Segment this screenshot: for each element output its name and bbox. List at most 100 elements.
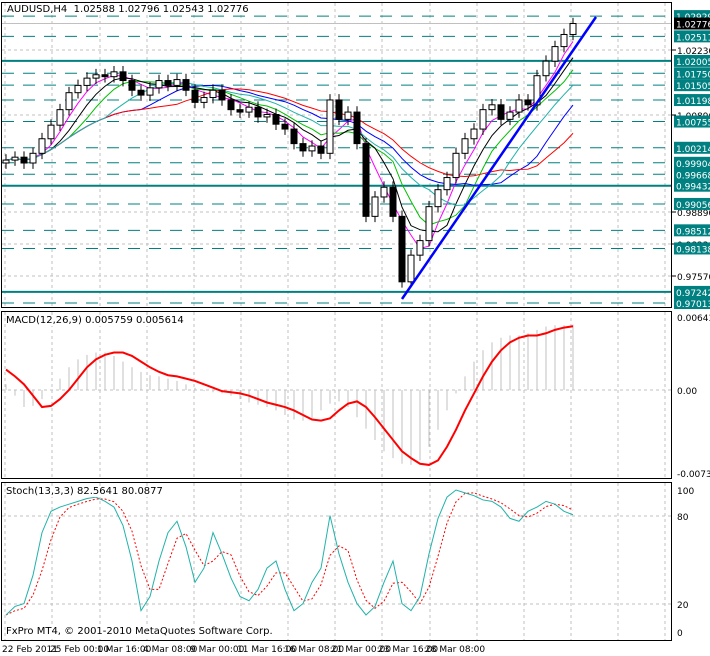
candle-body [371,196,379,217]
candle-body [551,46,559,62]
candle-body [74,84,82,94]
candle-body [11,156,19,161]
macd-tick-label: 0.00 [677,387,697,397]
candle-body [353,111,361,145]
candle-body [56,109,64,126]
candle-body [515,99,523,113]
candle-body [488,104,496,111]
level-label: 1.02511 [676,33,710,43]
level-label: 1.02005 [676,58,710,68]
axis-labels: 22 Feb 201125 Feb 00:001 Mar 16:004 Mar … [2,10,710,655]
symbol: AUDUSD,H4 [7,4,68,15]
moving-average-line [5,57,574,233]
candles [2,17,577,288]
candle-body [452,152,460,179]
y-tick-label: 0.97570 [677,273,710,283]
level-label: 0.97013 [676,300,710,310]
candle-body [236,109,244,113]
chart-canvas: 22 Feb 201125 Feb 00:001 Mar 16:004 Mar … [1,2,710,655]
candle-body [434,189,442,208]
level-label: 0.99056 [676,201,710,211]
candle-body [344,111,352,120]
high-value: 1.02796 [118,4,160,15]
candle-body [128,80,136,91]
candle-body [308,145,316,152]
candle-body [281,123,289,130]
candle-body [20,156,28,164]
low-value: 1.02543 [162,4,205,15]
level-label: 0.99432 [676,183,710,193]
x-tick-label: 28 Mar 08:00 [425,645,485,655]
candle-body [272,114,280,125]
stoch-main-line [5,489,574,616]
candle-body [542,60,550,77]
candle-body [191,89,199,103]
candle-body [101,74,109,78]
candle-body [92,74,100,79]
macd-panel [5,324,574,466]
candle-body [83,77,91,86]
candle-body [29,152,37,164]
candle-body [155,80,163,89]
close-value: 1.02776 [207,4,249,15]
level-label: 1.01750 [676,70,710,80]
candle-body [398,215,406,283]
stoch-tick-label: 100 [677,487,694,497]
macd-label: MACD(12,26,9) 0.005759 0.005614 [6,315,184,326]
candle-body [560,33,568,48]
candle-body [407,254,415,283]
trendline[interactable] [400,16,598,300]
level-label: 1.01505 [676,82,710,92]
candle-body [173,79,181,86]
candle-body [569,23,577,35]
candle-body [425,206,433,242]
moving-average-line [5,41,574,250]
level-label: 1.00755 [676,119,710,129]
candle-body [524,99,532,106]
symbol-header: AUDUSD,H4 1.02588 1.02796 1.02543 1.0277… [7,4,249,15]
candle-body [65,92,73,111]
candle-body [416,240,424,256]
macd-tick-label: -0.00734 [677,470,710,480]
candle-body [38,138,46,154]
candle-body [137,89,145,96]
copyright: FxPro MT4, © 2001-2010 MetaQuotes Softwa… [6,626,273,637]
candle-body [47,124,55,140]
candle-body [299,143,307,152]
moving-average-line [5,88,574,177]
candle-body [317,145,325,154]
candle-body [380,186,388,198]
candle-body [254,106,262,118]
candle-body [506,111,514,120]
candle-body [2,159,10,164]
macd-tick-label: 0.00643 [677,314,710,324]
candle-body [497,104,505,120]
candle-body [470,128,478,140]
open-value: 1.02588 [73,4,116,15]
candle-body [326,99,334,154]
stoch-signal-line [5,492,574,616]
candle-body [362,143,370,217]
current-price-label: 1.02776 [676,21,710,31]
moving-averages [5,41,574,250]
level-label: 1.01198 [676,97,710,107]
macd-signal-line [5,325,574,466]
candle-body [146,87,154,96]
candle-body [182,79,190,91]
stoch-tick-label: 20 [677,601,689,611]
stoch-tick-label: 80 [677,513,689,523]
level-label: 0.99668 [676,171,710,181]
candle-body [443,177,451,191]
candle-body [335,99,343,120]
level-label: 1.00214 [676,145,710,155]
candle-body [263,114,271,118]
candle-body [227,99,235,111]
stoch-panel [5,489,574,616]
level-label: 0.98512 [676,227,710,237]
candle-body [119,71,127,82]
candle-body [245,106,253,113]
candle-body [479,109,487,130]
candle-body [164,80,172,86]
candle-body [209,89,217,99]
stoch-tick-label: 0 [677,629,683,639]
